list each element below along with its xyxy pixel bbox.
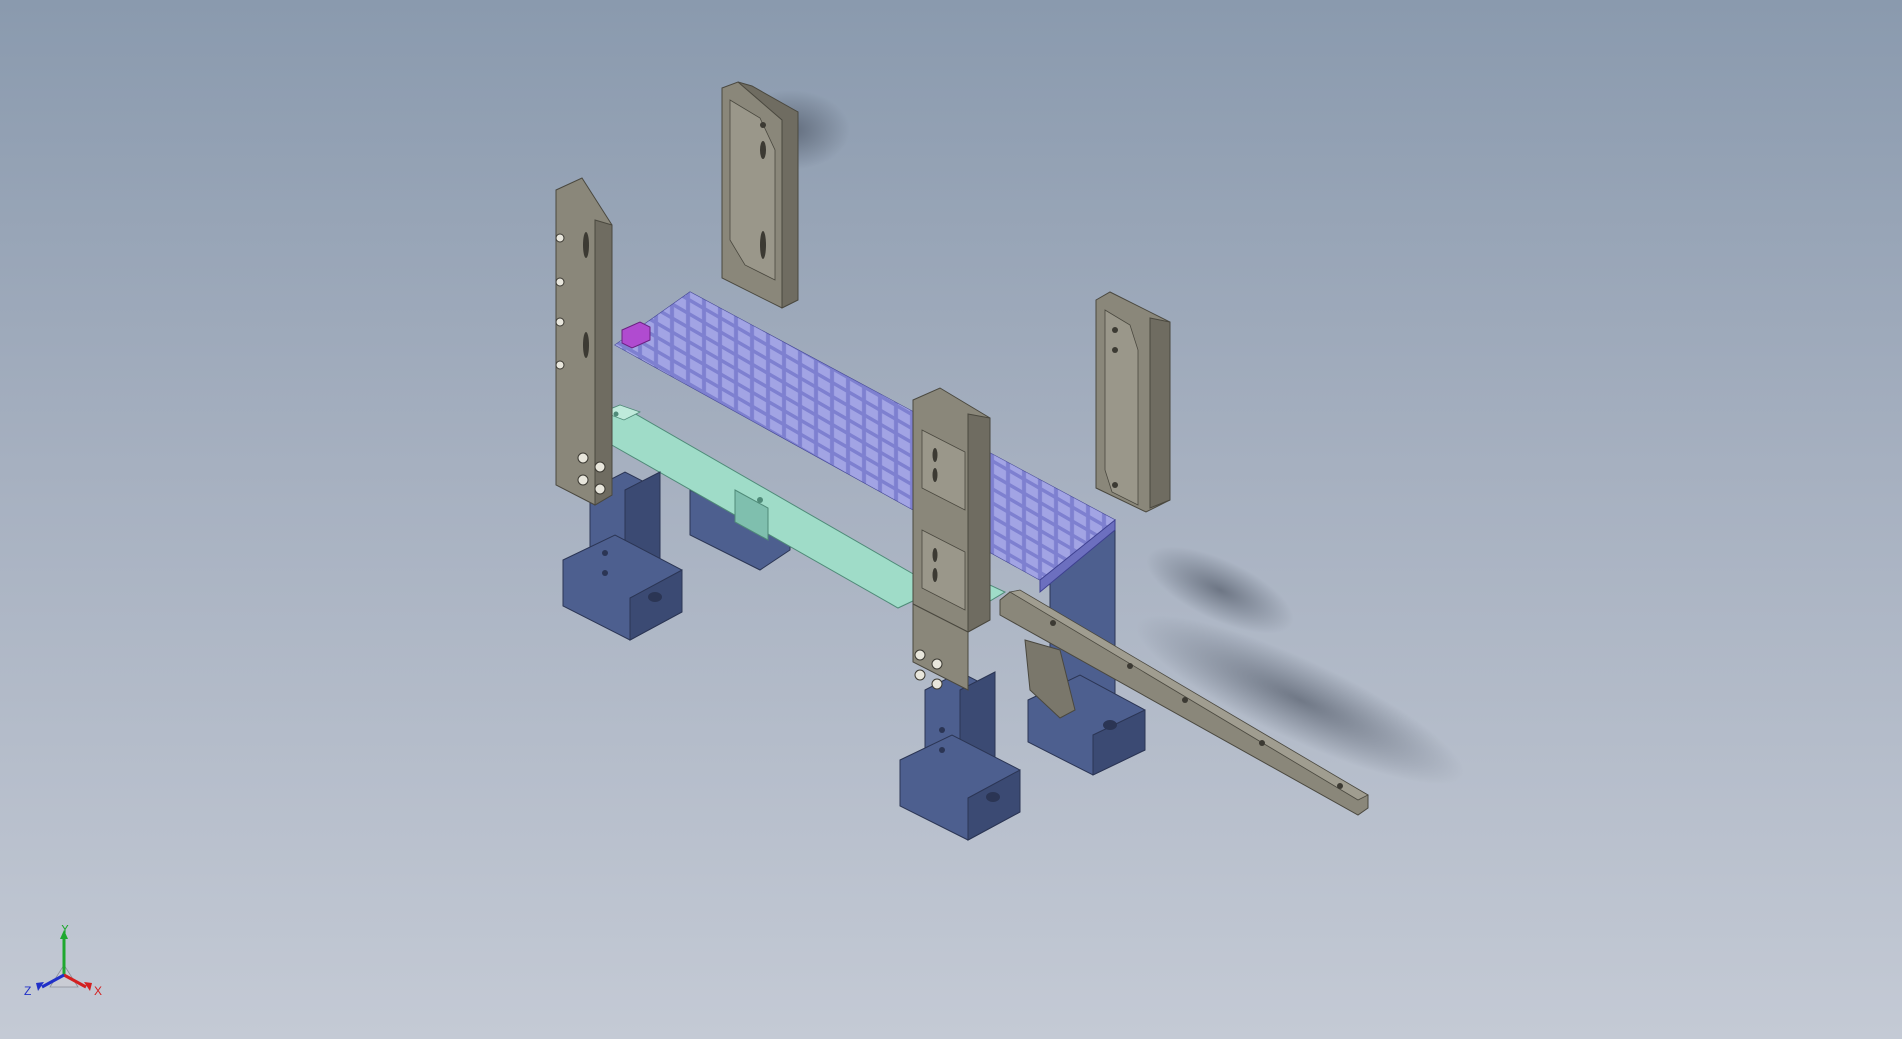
slot-hole xyxy=(932,548,938,562)
bolt-hole xyxy=(1103,720,1117,730)
bolt-hole xyxy=(594,483,606,495)
rail-hole xyxy=(1127,663,1133,669)
upright-right-side-face xyxy=(1149,317,1171,509)
upright-front-left[interactable] xyxy=(555,177,613,506)
bolt-hole xyxy=(914,649,926,661)
bolt-hole xyxy=(594,461,606,473)
bolt-hole xyxy=(939,747,945,753)
y-label: Y xyxy=(61,925,69,936)
bolt-hole xyxy=(648,592,662,602)
bolt-hole xyxy=(1112,482,1118,488)
rail-hole xyxy=(1259,740,1265,746)
graphics-viewport[interactable]: Y X Z xyxy=(0,0,1902,1039)
slot-hole xyxy=(932,468,938,482)
bolt-hole xyxy=(613,411,619,417)
z-label: Z xyxy=(24,984,31,998)
upright-front-right-side xyxy=(967,413,991,633)
slot-hole xyxy=(583,332,589,358)
leg-front-right[interactable] xyxy=(899,671,1021,841)
bolt-hole xyxy=(1112,347,1118,353)
rail-hole xyxy=(1337,783,1343,789)
cad-model-view[interactable] xyxy=(0,0,1902,1039)
orientation-triad[interactable]: Y X Z xyxy=(20,925,110,1005)
bolt-hole xyxy=(577,452,589,464)
upright-back[interactable] xyxy=(721,81,799,309)
bolt-hole xyxy=(555,277,565,287)
bolt-hole xyxy=(757,497,763,503)
bolt-hole xyxy=(555,360,565,370)
bolt-hole xyxy=(602,550,608,556)
x-label: X xyxy=(94,984,102,998)
upright-right-notch xyxy=(1104,309,1139,506)
bolt-hole xyxy=(760,122,766,128)
rail-hole xyxy=(1182,697,1188,703)
rail-hole xyxy=(1050,620,1056,626)
slot-hole xyxy=(583,232,589,258)
bolt-hole xyxy=(555,233,565,243)
bolt-hole xyxy=(1112,327,1118,333)
bolt-hole xyxy=(555,317,565,327)
bolt-hole xyxy=(602,570,608,576)
slot-hole xyxy=(932,568,938,582)
bolt-hole xyxy=(931,678,943,690)
upright-right-back[interactable] xyxy=(1095,291,1171,513)
bolt-hole xyxy=(939,727,945,733)
bolt-hole xyxy=(577,474,589,486)
bolt-hole xyxy=(931,658,943,670)
bolt-hole xyxy=(986,792,1000,802)
slot-hole xyxy=(760,231,766,259)
upright-front-right[interactable] xyxy=(912,387,991,691)
slot-hole xyxy=(760,141,766,159)
tray-cells xyxy=(615,292,1115,580)
slot-hole xyxy=(932,448,938,462)
bolt-hole xyxy=(914,669,926,681)
